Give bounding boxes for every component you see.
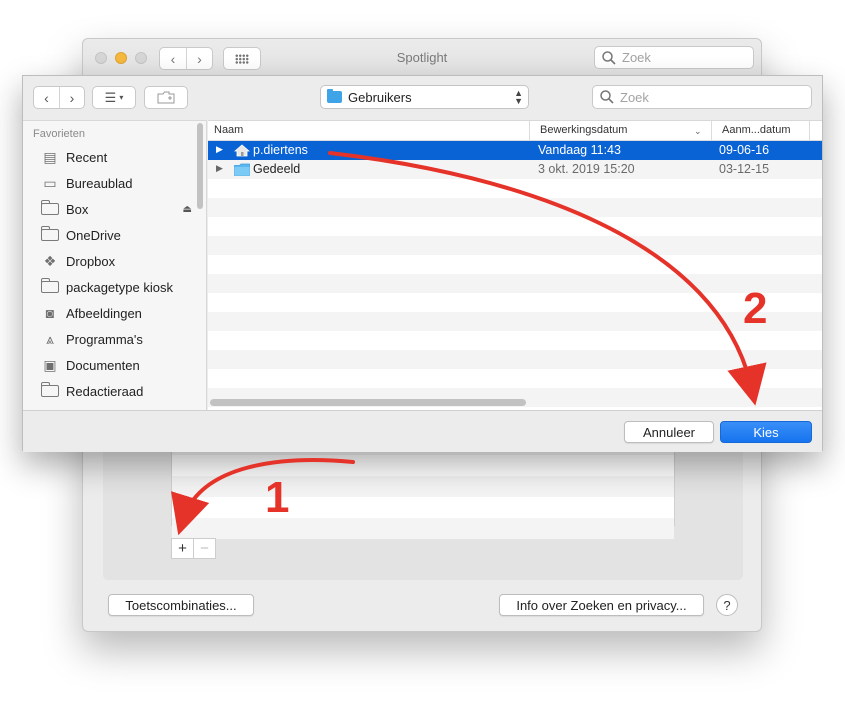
chevron-down-icon: ⌄ [694, 126, 702, 136]
sheet-toolbar: ‹ › ☰ ▾ Gebruikers ▲ ▼ Zoek [23, 76, 822, 120]
shortcuts-button[interactable]: Toetscombinaties... [108, 594, 254, 616]
file-modified: Vandaag 11:43 [538, 143, 621, 157]
column-header-created[interactable]: Aanm...datum [722, 124, 790, 136]
sidebar-item-label: Bureaublad [66, 175, 133, 191]
search-icon [602, 50, 616, 65]
sidebar-item-box[interactable]: Box ⏏ [23, 196, 196, 222]
sidebar-item-onedrive[interactable]: OneDrive [23, 222, 196, 248]
annotation-step-2: 2 [743, 284, 768, 333]
dropbox-icon: ❖ [43, 252, 57, 269]
file-list-header: Naam Bewerkingsdatum ⌄ Aanm...datum [208, 121, 822, 141]
folder-icon [327, 89, 342, 103]
sidebar-item-label: Documenten [66, 357, 140, 373]
sidebar-item-programmas[interactable]: ⩓ Programma's [23, 326, 196, 352]
sidebar-item-dropbox[interactable]: ❖ Dropbox [23, 248, 196, 274]
sidebar-scrollbar[interactable] [197, 123, 203, 209]
updown-chevron-icon: ▲ ▼ [514, 88, 523, 106]
privacy-panel: + − [103, 434, 743, 580]
sidebar-item-afbeeldingen[interactable]: ◙ Afbeeldingen [23, 300, 196, 326]
new-folder-icon [157, 91, 175, 104]
disclosure-triangle-icon[interactable]: ▶ [216, 144, 223, 155]
recent-icon: ▤ [43, 148, 57, 165]
chevron-down-icon: ▾ [119, 93, 124, 102]
file-modified: 3 okt. 2019 15:20 [538, 162, 635, 176]
sidebar-item-label: Dropbox [66, 253, 116, 269]
file-name: p.diertens [253, 143, 308, 157]
horizontal-scrollbar[interactable] [210, 399, 526, 406]
location-label: Gebruikers [348, 89, 412, 105]
sidebar-item-label: packagetype kiosk [66, 279, 173, 295]
folder-icon [41, 200, 59, 215]
add-button[interactable]: + [172, 539, 193, 558]
folder-icon [234, 163, 250, 176]
folder-icon [41, 382, 59, 397]
new-folder-button[interactable] [144, 86, 188, 109]
column-header-name[interactable]: Naam [214, 124, 243, 136]
applications-icon: ⩓ [46, 330, 54, 347]
sidebar-item-label: Programma's [66, 331, 143, 347]
sidebar-heading: Favorieten [33, 128, 85, 140]
sheet-footer: Annuleer Kies [23, 410, 822, 452]
file-rows: ▶ p.diertens Vandaag 11:43 09-06-16 ▶ Ge… [208, 141, 822, 407]
file-name: Gedeeld [253, 162, 301, 176]
annotation-step-1: 1 [265, 473, 290, 522]
forward-icon[interactable]: › [59, 87, 84, 108]
back-icon[interactable]: ‹ [34, 87, 59, 108]
desktop-icon: ▭ [43, 174, 57, 191]
home-icon [234, 144, 250, 157]
sidebar-item-packagetype-kiosk[interactable]: packagetype kiosk [23, 274, 196, 300]
privacy-info-button[interactable]: Info over Zoeken en privacy... [499, 594, 704, 616]
sidebar-item-bureaublad[interactable]: ▭ Bureaublad [23, 170, 196, 196]
spotlight-titlebar: ‹ › Spotlight Zoek [83, 39, 761, 77]
file-row-gedeeld[interactable]: ▶ Gedeeld 3 okt. 2019 15:20 03-12-15 [208, 160, 822, 179]
sidebar: Favorieten ▤ Recent ▭ Bureaublad Box ⏏ O… [23, 120, 207, 410]
file-created: 03-12-15 [719, 162, 770, 176]
folder-icon [41, 278, 59, 293]
sidebar-item-label: OneDrive [66, 227, 121, 243]
view-options-button[interactable]: ☰ ▾ [92, 86, 136, 109]
sidebar-item-recent[interactable]: ▤ Recent [23, 144, 196, 170]
search-placeholder: Zoek [620, 89, 649, 105]
file-chooser-sheet: ‹ › ☰ ▾ Gebruikers ▲ ▼ Zoek Favorieten ▤… [22, 75, 823, 452]
column-header-modified[interactable]: Bewerkingsdatum [540, 124, 627, 136]
folder-icon [41, 226, 59, 241]
location-popup[interactable]: Gebruikers ▲ ▼ [320, 85, 529, 109]
help-button[interactable]: ? [716, 594, 738, 616]
search-icon [600, 90, 614, 104]
cancel-button[interactable]: Annuleer [624, 421, 714, 443]
add-remove-control: + − [171, 538, 216, 559]
sidebar-item-documenten[interactable]: ▣ Documenten [23, 352, 196, 378]
file-list: Naam Bewerkingsdatum ⌄ Aanm...datum ▶ p.… [208, 120, 822, 410]
sheet-nav-buttons: ‹ › [33, 86, 85, 109]
sidebar-item-label: Recent [66, 149, 108, 165]
file-created: 09-06-16 [719, 143, 770, 157]
sheet-search-field[interactable]: Zoek [592, 85, 812, 109]
remove-button[interactable]: − [193, 539, 215, 558]
search-placeholder: Zoek [622, 50, 651, 65]
sidebar-item-redactieraad[interactable]: Redactieraad [23, 378, 196, 404]
spotlight-search-field[interactable]: Zoek [594, 46, 754, 69]
list-view-icon: ☰ [104, 89, 117, 105]
eject-icon[interactable]: ⏏ [183, 204, 192, 215]
file-row-p-diertens[interactable]: ▶ p.diertens Vandaag 11:43 09-06-16 [208, 141, 822, 160]
camera-icon: ◙ [45, 305, 55, 321]
choose-button[interactable]: Kies [720, 421, 812, 443]
sidebar-item-label: Box [66, 201, 89, 217]
disclosure-triangle-icon[interactable]: ▶ [216, 163, 223, 174]
sidebar-item-label: Afbeeldingen [66, 305, 142, 321]
sidebar-item-label: Redactieraad [66, 383, 144, 399]
documents-icon: ▣ [43, 356, 57, 373]
